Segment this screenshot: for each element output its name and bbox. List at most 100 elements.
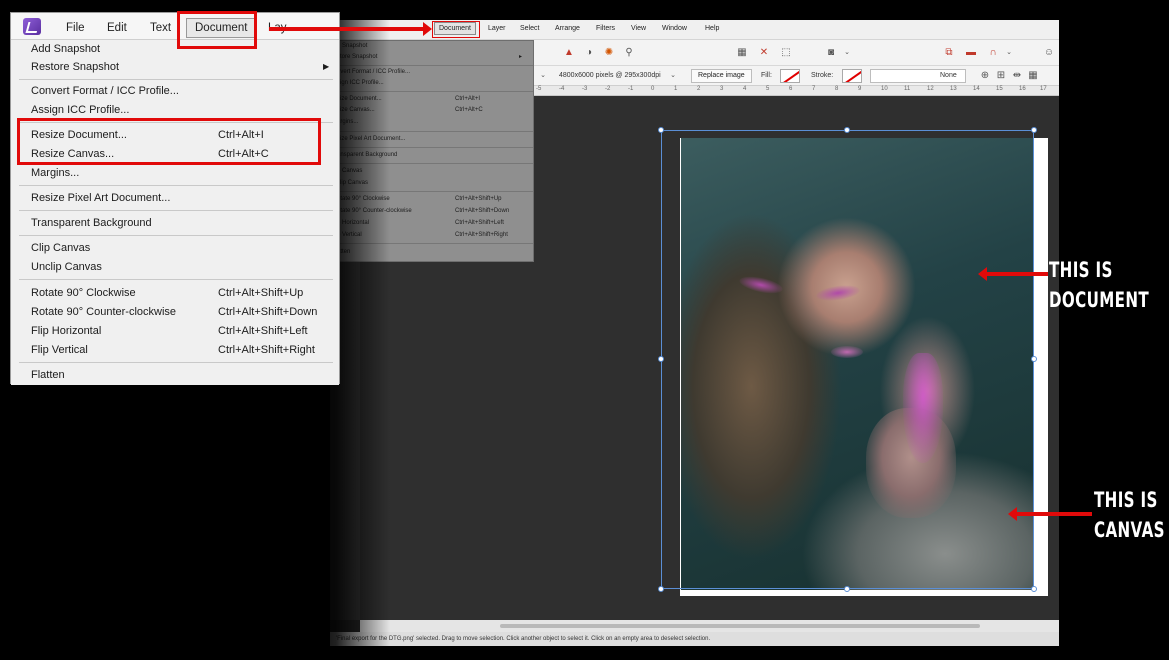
menu-layer[interactable]: Layer <box>484 23 510 34</box>
menu-item-flip-vertical[interactable]: Flip Vertical Ctrl+Alt+Shift+Right <box>11 341 339 359</box>
image-info: 4800x6000 pixels @ 295x300dpi <box>559 72 661 79</box>
scrollbar-thumb[interactable] <box>500 624 980 628</box>
menu-item-unclip-canvas[interactable]: Unclip Canvas <box>11 258 339 276</box>
resize-handle[interactable] <box>1031 586 1037 592</box>
resize-handle[interactable] <box>1031 356 1037 362</box>
menu-item-restore-snapshot[interactable]: Restore Snapshot ▶ <box>11 58 339 76</box>
bg-menu-label: ansparent Background <box>337 152 398 158</box>
bg-menu-item[interactable]: otate 90° Counter-clockwise Ctrl+Alt+Shif… <box>331 206 533 217</box>
arrow-left-icon <box>978 267 1048 281</box>
bg-menu-item[interactable]: ansparent Background <box>331 150 533 161</box>
mask-icon[interactable]: ◙ <box>824 46 838 60</box>
menu-window[interactable]: Window <box>658 23 691 34</box>
emoji-icon[interactable]: ☺ <box>1042 46 1056 60</box>
bg-menu-item[interactable]: size Pixel Art Document... <box>331 134 533 145</box>
menu-select[interactable]: Select <box>516 23 543 34</box>
bg-menu-label: clip Canvas <box>337 180 369 186</box>
grid-icon[interactable]: ▦ <box>735 46 749 60</box>
bg-menu-item[interactable]: sign ICC Profile... <box>331 78 533 89</box>
grid-icon[interactable]: ▦ <box>1026 69 1040 83</box>
bg-menu-label: p Horizontal <box>337 220 370 226</box>
resize-handle[interactable] <box>658 356 664 362</box>
flip-icon[interactable]: ⇹ <box>1010 69 1024 83</box>
menu-item-convert-format[interactable]: Convert Format / ICC Profile... <box>11 82 339 100</box>
resize-handle[interactable] <box>658 127 664 133</box>
menu-text[interactable]: Text <box>150 22 171 34</box>
menu-item-resize-pixel-art[interactable]: Resize Pixel Art Document... <box>11 189 339 207</box>
resize-handle[interactable] <box>844 586 850 592</box>
arrow-left-icon <box>1008 507 1092 521</box>
bg-menu-item[interactable]: p Canvas <box>331 166 533 177</box>
color-wheel-icon[interactable]: ✺ <box>602 46 616 60</box>
ruler-tick: -3 <box>582 86 588 92</box>
menu-item-label: Convert Format / ICC Profile... <box>31 85 179 97</box>
horizontal-scrollbar[interactable] <box>360 620 1059 632</box>
bg-menu-label: sign ICC Profile... <box>337 80 384 86</box>
bg-menu-item[interactable]: d Snapshot <box>331 41 533 52</box>
bg-menu-label: nvert Format / ICC Profile... <box>337 69 411 75</box>
menu-item-label: Resize Pixel Art Document... <box>31 192 171 204</box>
menu-arrange[interactable]: Arrange <box>551 23 584 34</box>
magnet-icon[interactable]: ∩ <box>986 46 1000 60</box>
bg-menu-item[interactable]: clip Canvas <box>331 178 533 189</box>
selection-box[interactable] <box>658 127 1037 592</box>
menu-item-clip-canvas[interactable]: Clip Canvas <box>11 239 339 257</box>
highlight-resize-items <box>17 118 321 165</box>
menu-item-add-snapshot[interactable]: Add Snapshot <box>11 40 339 58</box>
menu-item-margins[interactable]: Margins... <box>11 164 339 182</box>
contrast-icon[interactable]: ◑ <box>582 46 596 60</box>
marquee-icon[interactable]: ⬚ <box>779 46 793 60</box>
bg-menu-item[interactable]: p Horizontal Ctrl+Alt+Shift+Left <box>331 218 533 229</box>
document-callout: THIS IS DOCUMENT <box>1049 255 1149 315</box>
bg-menu-label: otate 90° Counter-clockwise <box>337 208 412 214</box>
bg-menu-item[interactable]: nvert Format / ICC Profile... <box>331 67 533 78</box>
menu-edit[interactable]: Edit <box>107 22 127 34</box>
ruler-tick: 1 <box>674 86 678 92</box>
menu-item-assign-icc-profile[interactable]: Assign ICC Profile... <box>11 101 339 119</box>
adjust-icon[interactable]: ⚲ <box>622 46 636 60</box>
align-icon[interactable]: ⊕ <box>978 69 992 83</box>
menu-help[interactable]: Help <box>701 23 723 34</box>
histogram-icon[interactable]: ▲ <box>562 46 576 60</box>
fill-label: Fill: <box>761 72 772 79</box>
menu-filters[interactable]: Filters <box>592 23 619 34</box>
toggle-icon[interactable]: ▬ <box>964 46 978 60</box>
chevron-down-icon[interactable]: ⌄ <box>666 69 680 83</box>
transform-icon[interactable]: ⊞ <box>994 69 1008 83</box>
menu-item-rotate-clockwise[interactable]: Rotate 90° Clockwise Ctrl+Alt+Shift+Up <box>11 284 339 302</box>
bg-menu-item[interactable]: size Canvas... Ctrl+Alt+C <box>331 105 533 116</box>
bg-menu-item[interactable]: p Vertical Ctrl+Alt+Shift+Right <box>331 230 533 241</box>
chevron-down-icon[interactable]: ⌄ <box>840 46 854 60</box>
bg-menu-item[interactable]: otate 90° Clockwise Ctrl+Alt+Shift+Up <box>331 194 533 205</box>
menu-item-label: Restore Snapshot <box>31 61 120 73</box>
snapping-icon[interactable]: ⧉ <box>942 46 956 60</box>
resize-handle[interactable] <box>844 127 850 133</box>
resize-handle[interactable] <box>658 586 664 592</box>
bg-menu-item[interactable]: size Document... Ctrl+Alt+I <box>331 94 533 105</box>
ruler-tick: 14 <box>973 86 980 92</box>
bg-menu-label: store Snapshot <box>337 54 378 60</box>
menu-item-flip-horizontal[interactable]: Flip Horizontal Ctrl+Alt+Shift+Left <box>11 322 339 340</box>
menu-item-rotate-counter-clockwise[interactable]: Rotate 90° Counter-clockwise Ctrl+Alt+Shi… <box>11 303 339 321</box>
divider <box>331 243 533 244</box>
menu-item-flatten[interactable]: Flatten <box>11 366 339 384</box>
menu-file[interactable]: File <box>66 22 85 34</box>
menu-item-label: Flatten <box>31 369 65 381</box>
bg-menu-item[interactable]: store Snapshot ▸ <box>331 52 533 63</box>
callout-line: DOCUMENT <box>1049 288 1150 312</box>
resize-handle[interactable] <box>1031 127 1037 133</box>
menu-view[interactable]: View <box>627 23 650 34</box>
bg-menu-item[interactable]: argins... <box>331 117 533 128</box>
replace-image-button[interactable]: Replace image <box>691 69 752 83</box>
fill-swatch[interactable] <box>780 69 800 83</box>
chevron-down-icon[interactable]: ⌄ <box>536 69 550 83</box>
bg-menu-shortcut: Ctrl+Alt+Shift+Left <box>455 220 504 226</box>
highlight-document-menu <box>177 11 257 49</box>
chevron-down-icon[interactable]: ⌄ <box>1002 46 1016 60</box>
divider <box>19 362 333 363</box>
bg-menu-item[interactable]: atten <box>331 247 533 258</box>
menu-item-transparent-background[interactable]: Transparent Background <box>11 214 339 232</box>
bg-menu-label: size Canvas... <box>337 107 375 113</box>
stroke-swatch[interactable] <box>842 69 862 83</box>
clear-selection-icon[interactable]: ✕ <box>757 46 771 60</box>
